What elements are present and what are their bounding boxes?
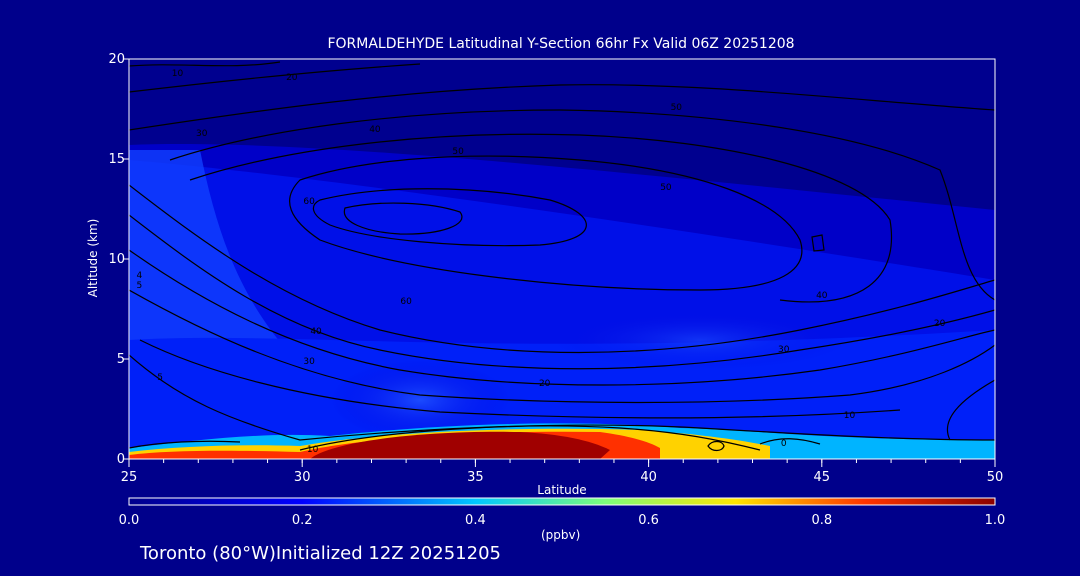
colorbar-units-label: (ppbv): [541, 528, 581, 542]
colorbar-tick-label: 0.0: [119, 513, 140, 528]
contour-label: 40: [310, 327, 322, 337]
colorbar-tick-label: 0.8: [811, 513, 832, 528]
x-tick-label: 30: [294, 470, 311, 485]
concentration-field: [129, 59, 995, 459]
y-tick-label: 0: [117, 452, 125, 467]
footer-caption: Toronto (80°W)Initialized 12Z 20251205: [140, 543, 501, 564]
y-tick-label: 15: [108, 152, 125, 167]
contour-label: 0: [781, 439, 787, 449]
colorbar-tick-label: 0.2: [292, 513, 313, 528]
contour-label: 50: [671, 103, 683, 113]
y-tick-label: 5: [117, 352, 125, 367]
colorbar-tick-label: 0.4: [465, 513, 486, 528]
contour-label: 10: [844, 411, 856, 421]
contour-label: 50: [660, 183, 672, 193]
contour-label: 20: [934, 319, 946, 329]
colorbar: [128, 497, 996, 506]
contour-label: 40: [369, 125, 381, 135]
contour-label: 20: [539, 379, 551, 389]
y-tick-label: 10: [108, 252, 125, 267]
contour-label: 10: [307, 445, 319, 455]
y-axis: 0 5 10 15 20: [108, 52, 129, 467]
contour-label: 5: [137, 281, 143, 291]
x-axis-label: Latitude: [537, 483, 587, 497]
contour-label: 10: [172, 69, 184, 79]
x-tick-label: 45: [814, 470, 831, 485]
contour-label: 20: [286, 73, 298, 83]
contour-label: 5: [157, 373, 163, 383]
contour-label: 40: [816, 291, 828, 301]
contour-label: 60: [400, 297, 412, 307]
contour-label: 60: [303, 197, 315, 207]
contour-label: 50: [452, 147, 464, 157]
field-blob-mid: [550, 310, 850, 370]
x-tick-label: 35: [467, 470, 484, 485]
x-tick-label: 50: [987, 470, 1004, 485]
colorbar-tick-label: 1.0: [985, 513, 1006, 528]
x-axis: 25 30 35 40 45 50: [121, 459, 1004, 485]
contour-label: 30: [303, 357, 315, 367]
colorbar-ticks: 0.0 0.2 0.4 0.6 0.8 1.0: [119, 513, 1006, 528]
x-tick-label: 25: [121, 470, 138, 485]
colorbar-tick-label: 0.6: [638, 513, 659, 528]
contour-label: 30: [778, 345, 790, 355]
x-tick-label: 40: [640, 470, 657, 485]
y-axis-label: Altitude (km): [86, 218, 100, 298]
contour-label: 4: [137, 271, 143, 281]
y-tick-label: 20: [108, 52, 125, 67]
contour-label: 30: [196, 129, 208, 139]
